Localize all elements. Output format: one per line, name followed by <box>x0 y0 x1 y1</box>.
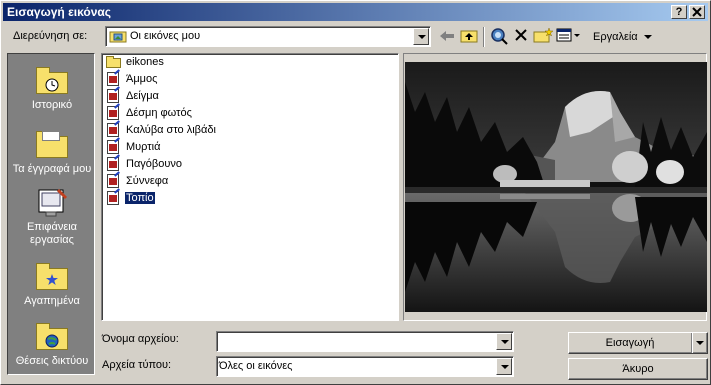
views-button[interactable] <box>555 27 583 47</box>
filename-label: Όνομα αρχείου: <box>102 333 179 345</box>
place-history[interactable]: Ιστορικό <box>8 66 96 112</box>
filetype-dropdown-arrow[interactable] <box>496 358 512 375</box>
up-folder-icon <box>460 30 478 43</box>
place-favorites[interactable]: Αγαπημένα <box>8 262 96 308</box>
list-item-selected[interactable]: Τοπίο <box>106 191 156 207</box>
place-history-label: Ιστορικό <box>31 99 73 111</box>
chevron-down-icon <box>696 341 704 345</box>
tools-menu-label: Εργαλεία <box>593 31 638 43</box>
back-button[interactable] <box>437 27 457 47</box>
search-web-button[interactable] <box>489 27 509 47</box>
close-button[interactable] <box>689 5 705 19</box>
preview-pane <box>403 53 707 321</box>
image-file-icon <box>106 140 122 154</box>
lookin-dropdown-arrow[interactable] <box>413 28 429 45</box>
file-list[interactable]: eikones Άμμος Δείγμα Δέσμη φωτός Καλύβα … <box>101 53 399 321</box>
list-item-folder[interactable]: eikones <box>106 55 165 71</box>
filetype-value: Όλες οι εικόνες <box>219 360 293 372</box>
filetype-select[interactable]: Όλες οι εικόνες <box>216 356 514 377</box>
place-network[interactable]: Θέσεις δικτύου <box>8 322 96 368</box>
list-item[interactable]: Μυρτιά <box>106 140 161 156</box>
title-bar[interactable]: Εισαγωγή εικόνας ? <box>3 3 708 21</box>
image-file-icon <box>106 174 122 188</box>
search-web-icon <box>491 28 508 45</box>
back-arrow-icon <box>440 31 454 41</box>
insert-button[interactable]: Εισαγωγή <box>568 332 708 354</box>
toolbar-separator <box>483 27 485 47</box>
help-button[interactable]: ? <box>671 5 687 19</box>
filename-input[interactable] <box>216 331 514 352</box>
list-item[interactable]: Άμμος <box>106 72 158 88</box>
favorites-icon <box>36 262 68 292</box>
new-folder-icon <box>533 27 554 43</box>
image-file-icon <box>106 157 122 171</box>
list-item[interactable]: Δέσμη φωτός <box>106 106 193 122</box>
place-my-documents[interactable]: Τα έγγραφά μου <box>8 130 96 176</box>
lookin-label: Διερεύνηση σε: <box>13 30 88 42</box>
landscape-preview-image <box>405 62 707 312</box>
place-network-label: Θέσεις δικτύου <box>15 355 89 367</box>
place-desktop-label: Επιφάνεια εργασίας <box>26 221 78 246</box>
my-pictures-folder-icon <box>109 31 127 43</box>
list-item[interactable]: Σύννεφα <box>106 174 169 190</box>
lookin-value: Οι εικόνες μου <box>130 30 201 42</box>
list-item[interactable]: Δείγμα <box>106 89 160 105</box>
filetype-label: Αρχεία τύπου: <box>102 359 172 371</box>
image-file-icon <box>106 72 122 86</box>
history-folder-icon <box>36 66 68 96</box>
insert-options-arrow[interactable] <box>691 333 707 353</box>
close-icon <box>692 7 702 17</box>
place-my-documents-label: Τα έγγραφά μου <box>12 163 92 175</box>
places-bar: Ιστορικό Τα έγγραφά μου Επιφάνεια εργασί… <box>7 53 95 375</box>
my-documents-icon <box>36 130 68 160</box>
list-item[interactable]: Καλύβα στο λιβάδι <box>106 123 217 139</box>
cancel-button[interactable]: Άκυρο <box>568 358 708 380</box>
image-file-icon <box>106 89 122 103</box>
network-places-icon <box>36 322 68 352</box>
lookin-combo[interactable]: Οι εικόνες μου <box>105 26 431 47</box>
new-folder-button[interactable] <box>533 27 554 47</box>
views-icon <box>556 28 580 42</box>
desktop-icon <box>36 188 68 218</box>
folder-icon <box>106 55 122 69</box>
image-file-icon <box>106 123 122 137</box>
insert-picture-dialog: Εισαγωγή εικόνας ? Διερεύνηση σε: Οι εικ… <box>0 0 711 385</box>
image-file-icon <box>106 191 122 205</box>
delete-button[interactable] <box>511 27 531 47</box>
dialog-title: Εισαγωγή εικόνας <box>7 5 112 19</box>
up-one-level-button[interactable] <box>459 27 479 47</box>
chevron-down-icon <box>643 34 652 39</box>
insert-button-label: Εισαγωγή <box>605 337 655 349</box>
image-file-icon <box>106 106 122 120</box>
place-favorites-label: Αγαπημένα <box>24 295 80 307</box>
tools-menu-button[interactable]: Εργαλεία <box>593 31 652 43</box>
place-desktop[interactable]: Επιφάνεια εργασίας <box>8 188 96 247</box>
filename-dropdown-arrow[interactable] <box>496 333 512 350</box>
delete-icon <box>515 29 527 41</box>
